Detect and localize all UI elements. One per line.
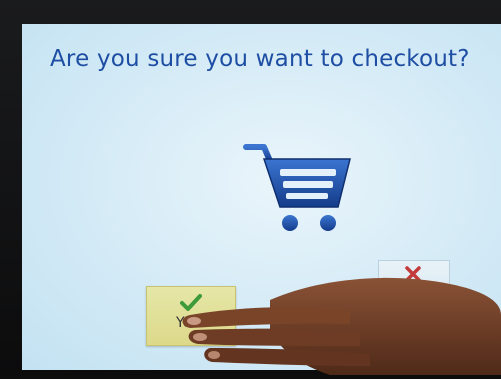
shopping-cart-icon xyxy=(240,139,360,234)
page-title: Are you sure you want to checkout? xyxy=(50,46,470,72)
user-hand xyxy=(150,270,501,375)
